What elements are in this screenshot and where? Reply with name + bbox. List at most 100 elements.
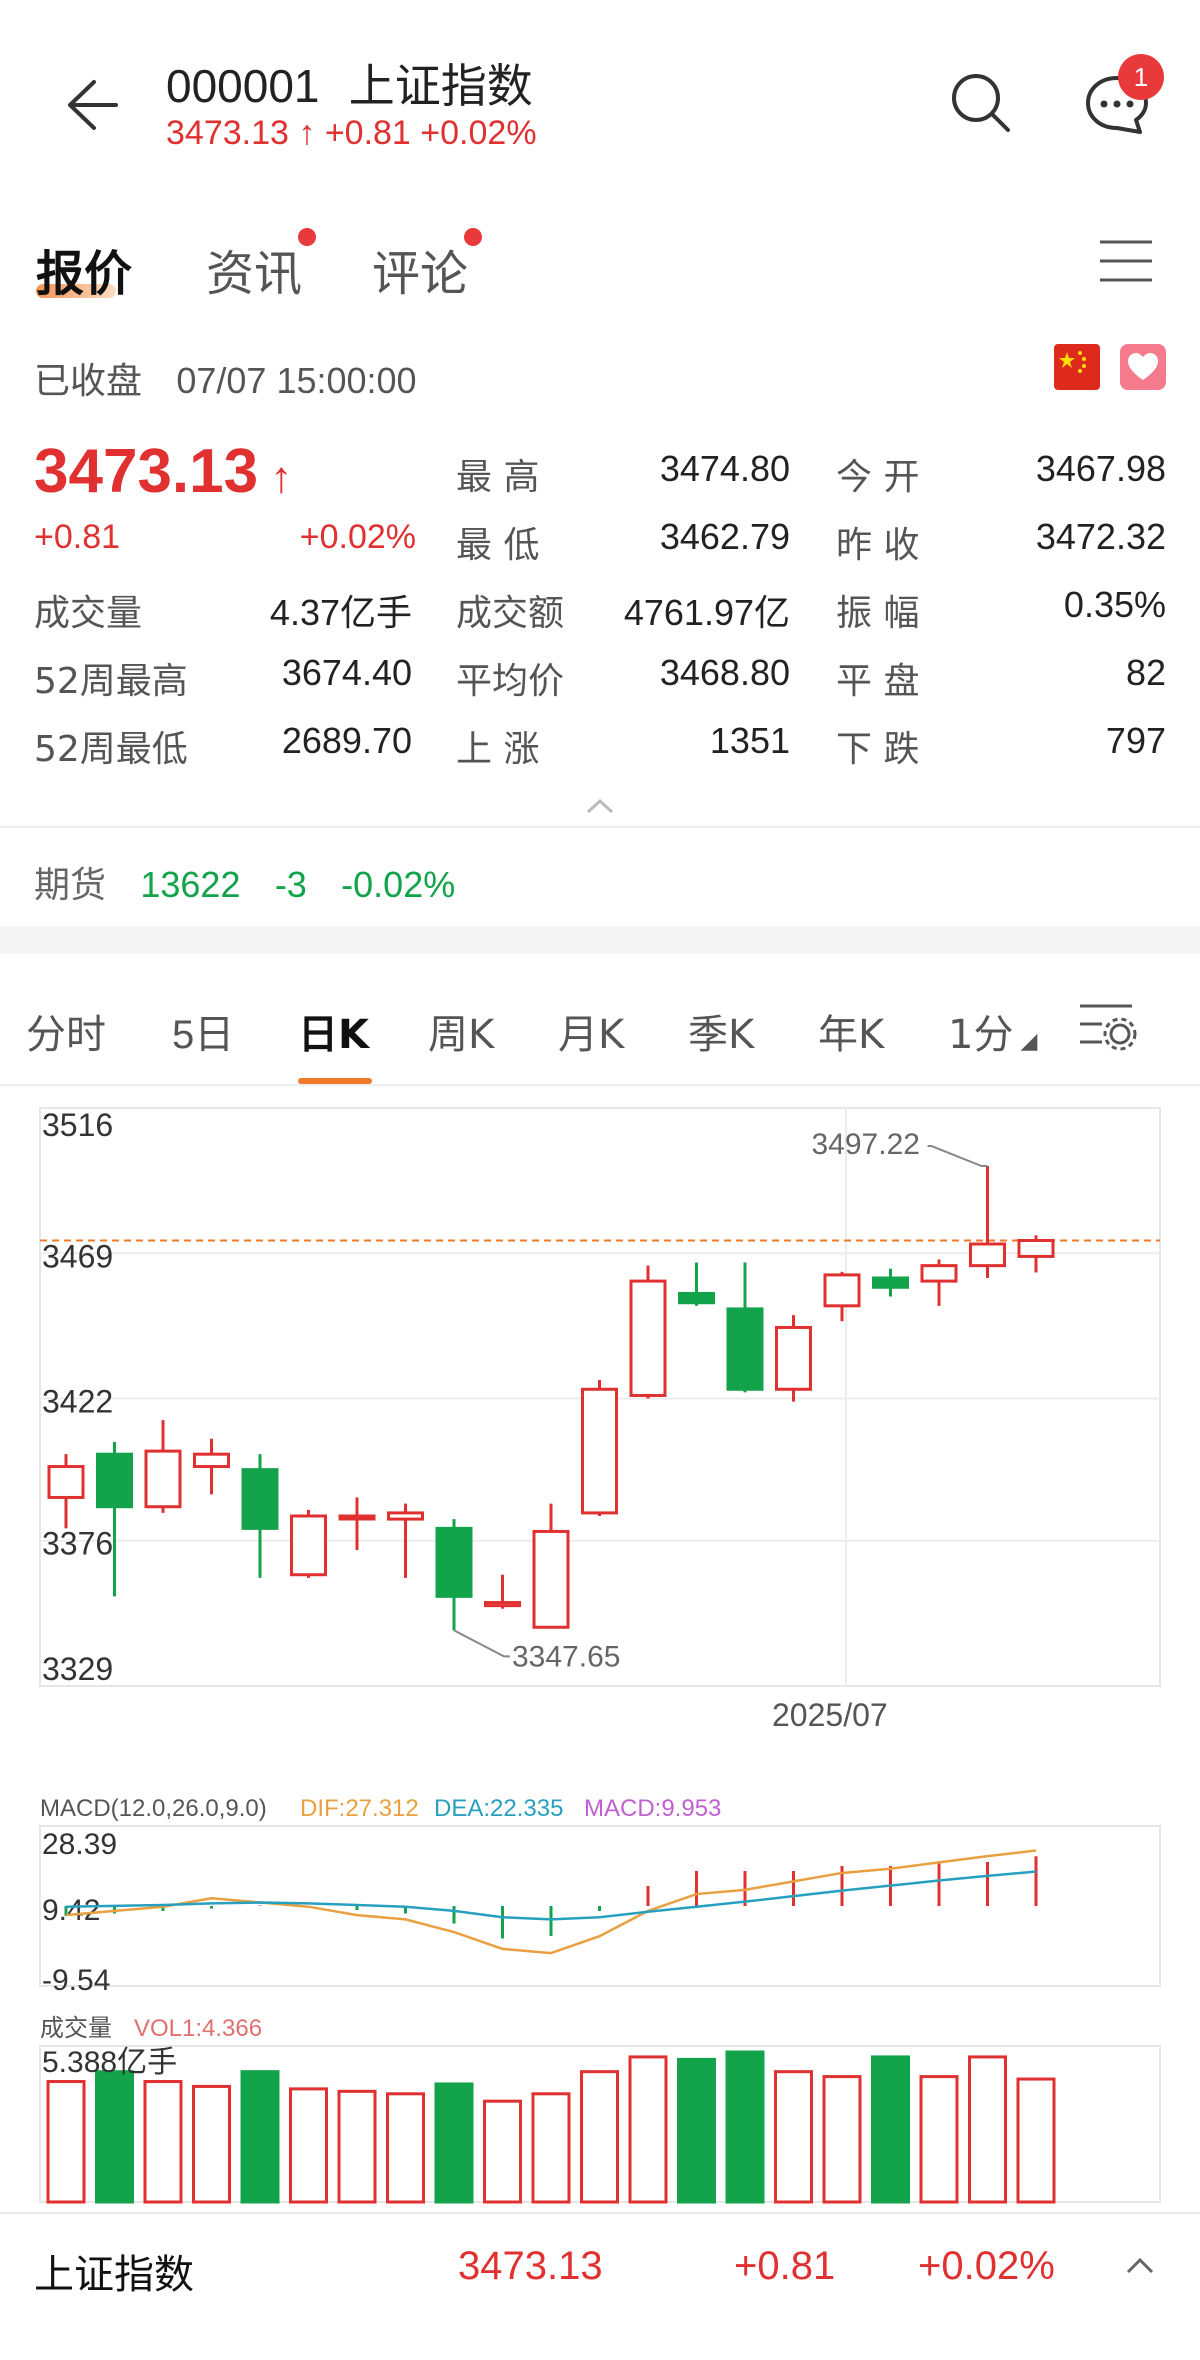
macd-chart[interactable]: MACD(12.0,26.0,9.0) DIF:27.312 DEA:22.335 M… (39, 1795, 1161, 1997)
candle-body (969, 1242, 1006, 1268)
kline-y-tick-label: 3516 (42, 1107, 113, 1143)
header-price-line: 3473.13 ↑ +0.81 +0.02% (166, 114, 537, 153)
stock-title: 000001 上证指数 (166, 50, 533, 116)
volume-bar (677, 2057, 716, 2204)
candle-body (532, 1529, 570, 1629)
stat-value: 3474.80 (659, 448, 790, 489)
candle-body (435, 1526, 473, 1598)
volume-bar (968, 2055, 1007, 2204)
volume-bar (580, 2070, 619, 2204)
stat-label: 平 盘 (836, 661, 920, 702)
stock-code: 000001 (166, 60, 320, 112)
futures-change-pct: -0.02% (341, 864, 456, 905)
search-icon[interactable] (946, 68, 1016, 138)
high-annotation-leader (927, 1145, 988, 1168)
back-arrow-icon[interactable] (52, 70, 122, 140)
volume-bar (46, 2080, 86, 2204)
stat-value: 4761.97亿 (623, 592, 790, 633)
divider (0, 2212, 1200, 2214)
favorite-heart-icon[interactable] (1120, 344, 1166, 390)
stock-name: 上证指数 (348, 59, 533, 113)
kline-y-tick-label: 3422 (42, 1384, 113, 1420)
volume-bar (434, 2082, 474, 2204)
period-tab-1min[interactable]: 1分 ◢ (948, 1002, 1037, 1060)
candle-body (678, 1291, 715, 1305)
period-tab-intraday[interactable]: 分时 (26, 1002, 106, 1060)
volume-bar (822, 2075, 862, 2204)
stat-value: 3467.98 (1035, 448, 1166, 489)
menu-icon[interactable] (1098, 236, 1154, 286)
volume-bar (919, 2075, 959, 2204)
futures-row[interactable]: 期货 13622 -3 -0.02% (34, 856, 455, 908)
candle-body (920, 1264, 958, 1283)
expand-chevron-icon[interactable] (1124, 2254, 1156, 2278)
volume-bar (240, 2070, 280, 2204)
macd-dea-label: DEA:22.335 (434, 1795, 563, 1822)
kline-y-tick-label: 3329 (42, 1651, 113, 1687)
macd-macd-label: MACD:9.953 (584, 1795, 721, 1822)
period-tab-weekly-k[interactable]: 周K (428, 1002, 494, 1060)
tab-news[interactable]: 资讯 (206, 234, 302, 304)
up-arrow-icon: ↑ (258, 453, 293, 502)
candle-body (726, 1307, 764, 1391)
volume-bar (725, 2050, 765, 2204)
stat-value: 3472.32 (1035, 516, 1166, 557)
collapse-chevron-icon[interactable] (584, 796, 616, 816)
stat-label: 下 跌 (836, 729, 920, 770)
period-tab-quarterly-k[interactable]: 季K (688, 1002, 754, 1060)
stat-label: 52周最低 (34, 729, 188, 770)
comments-red-dot (464, 228, 482, 246)
candle-body (484, 1601, 521, 1608)
price-change-pct: +0.02% (299, 518, 416, 556)
stat-value: 82 (1125, 652, 1166, 693)
volume-bar (386, 2092, 425, 2204)
period-tab-yearly-k[interactable]: 年K (818, 1002, 884, 1060)
current-price: 3473.13 ↑ (34, 436, 292, 507)
stat-label: 52周最高 (34, 661, 188, 702)
volume-bar (871, 2055, 910, 2204)
chart-settings-icon[interactable] (1076, 996, 1138, 1056)
volume-chart[interactable]: 成交量 VOL1:4.366 5.388亿手 (39, 2015, 1161, 2204)
period-tab-5day[interactable]: 5日 (172, 1002, 234, 1060)
stat-label: 振 幅 (836, 593, 920, 634)
stat-value: 3674.40 (281, 652, 412, 693)
header-change-pct: +0.02% (420, 114, 537, 152)
high-annotation-label: 3497.22 (812, 1128, 920, 1161)
stat-label: 上 涨 (456, 729, 540, 770)
candle-body (193, 1452, 230, 1469)
kline-y-tick-label: 3376 (42, 1526, 113, 1562)
stat-label: 最 低 (456, 525, 540, 566)
candle-body (338, 1514, 376, 1521)
header-change: +0.81 (324, 114, 411, 152)
period-tab-monthly-k[interactable]: 月K (558, 1002, 624, 1060)
kline-chart[interactable]: 3516 3469 3422 3376 3329 2025/07 3497.22 3347.6… (39, 1107, 1161, 1733)
volume-vol-label: VOL1:4.366 (134, 2015, 262, 2042)
bottom-change-pct: +0.02% (918, 2244, 1055, 2288)
stat-value: 4.37亿手 (269, 592, 412, 633)
bottom-change: +0.81 (734, 2244, 836, 2288)
market-status: 已收盘 07/07 15:00:00 (34, 352, 417, 404)
macd-y-tick-label: 28.39 (42, 1828, 117, 1861)
stat-value: 3462.79 (659, 516, 790, 557)
futures-label: 期货 (34, 865, 107, 906)
volume-bar (628, 2055, 668, 2204)
stat-value: 0.35% (1063, 584, 1166, 625)
market-state: 已收盘 (34, 361, 143, 402)
stock-charts[interactable]: 3516 3469 3422 3376 3329 2025/07 3497.22 3347.6… (0, 1086, 1200, 2210)
tab-quote[interactable]: 报价 (36, 234, 132, 304)
bottom-price: 3473.13 (458, 2244, 603, 2288)
stat-value: 3468.80 (659, 652, 790, 693)
candle-body (629, 1279, 667, 1397)
stat-label: 今 开 (836, 457, 920, 498)
macd-frame (39, 1825, 1161, 1987)
period-tab-daily-k[interactable]: 日K (298, 1002, 369, 1060)
stat-label: 昨 收 (836, 525, 920, 566)
stat-value: 1351 (709, 720, 790, 761)
dropdown-triangle-icon: ◢ (1013, 1029, 1038, 1054)
kline-x-label: 2025/07 (772, 1697, 888, 1733)
current-price-value: 3473.13 (34, 437, 259, 506)
china-flag-icon (1054, 344, 1100, 390)
tab-comments[interactable]: 评论 (372, 234, 468, 304)
bottom-index-name[interactable]: 上证指数 (34, 2242, 194, 2300)
notification-badge: 1 (1118, 54, 1164, 100)
